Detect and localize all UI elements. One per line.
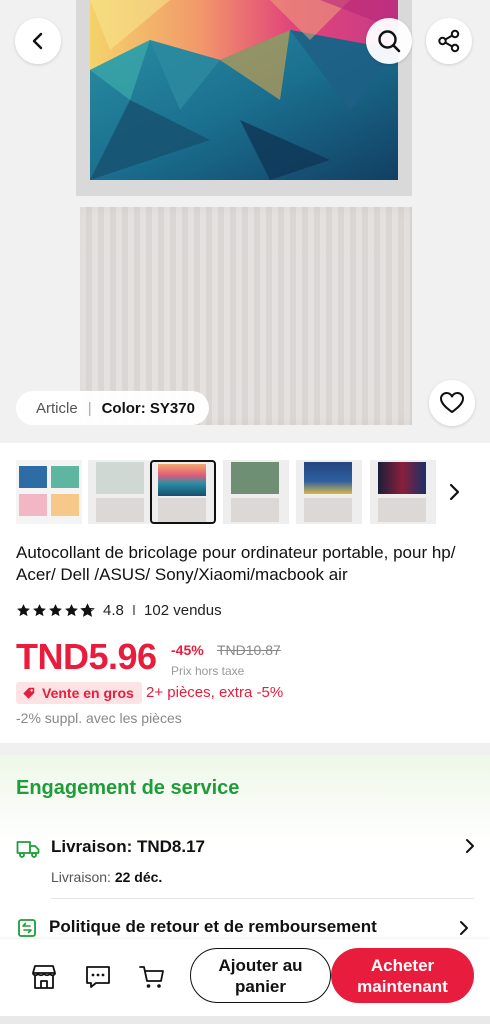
back-button[interactable]: [15, 18, 61, 64]
home-indicator: [0, 1016, 490, 1024]
service-title: Engagement de service: [16, 777, 240, 799]
thumbnail-2-selected[interactable]: [150, 460, 216, 524]
thumbnail-3-top: [231, 462, 279, 494]
thumbnail-4-bottom: [304, 498, 352, 522]
star-icon: [17, 603, 30, 616]
shipping-date-value: 22 déc.: [114, 869, 163, 885]
message-icon[interactable]: [83, 962, 113, 992]
thumbnail-strip: [0, 456, 490, 528]
search-button[interactable]: [366, 18, 412, 64]
heart-icon: [440, 392, 464, 413]
shipping-date-label: Livraison:: [51, 869, 111, 885]
tax-note: Prix hors taxe: [171, 664, 245, 678]
discount-badge: -45%: [171, 642, 204, 658]
thumbnail-5-top: [378, 462, 426, 494]
rating-value: 4.8: [103, 601, 124, 619]
star-icon: [65, 603, 78, 616]
section-divider: [0, 743, 490, 755]
star-half-icon: [80, 602, 95, 617]
thumbnail-1-bottom: [96, 498, 144, 522]
favorite-button[interactable]: [429, 380, 475, 426]
sold-count: 102 vendus: [144, 601, 222, 619]
return-policy-title[interactable]: Politique de retour et de remboursement: [49, 917, 377, 937]
rating-divider: I: [131, 601, 137, 619]
product-image-gallery[interactable]: Article | Color: SY370: [0, 0, 490, 443]
shipping-date: Livraison: 22 déc.: [51, 869, 162, 885]
star-icon: [33, 603, 46, 616]
variant-separator: |: [87, 399, 92, 417]
store-icon[interactable]: [29, 962, 59, 992]
chevron-right-icon[interactable]: [458, 919, 470, 937]
buy-now-button[interactable]: Acheter maintenant: [331, 948, 474, 1003]
rating-row[interactable]: 4.8 I 102 vendus: [16, 599, 222, 621]
thumbnail-1[interactable]: [88, 460, 154, 524]
thumbnail-3[interactable]: [223, 460, 289, 524]
thumbnail-0[interactable]: [16, 460, 82, 524]
thumbnail-3-bottom: [231, 498, 279, 522]
product-title: Autocollant de bricolage pour ordinateur…: [16, 543, 456, 584]
tag-icon: [23, 687, 35, 699]
thumbnail-2-bottom: [158, 498, 206, 522]
thumbnail-1-top: [96, 462, 144, 494]
search-icon: [378, 30, 401, 53]
current-price: TND5.96: [16, 636, 157, 677]
bulk-offer-text: 2+ pièces, extra -5%: [146, 684, 284, 701]
thumbnail-2-top: [158, 464, 206, 496]
bulk-note: -2% suppl. avec les pièces: [16, 710, 182, 726]
chevron-right-icon[interactable]: [464, 837, 476, 855]
thumbnail-4[interactable]: [296, 460, 362, 524]
truck-icon: [16, 841, 40, 858]
rating-stars: [16, 602, 95, 618]
shipping-title[interactable]: Livraison: TND8.17: [51, 837, 205, 857]
bottom-action-bar: Ajouter au panier Acheter maintenant: [0, 939, 490, 1024]
service-divider: [51, 898, 474, 899]
share-icon: [438, 29, 460, 53]
product-image-artwork: [76, 0, 412, 196]
bulk-sale-badge: Vente en gros: [16, 682, 142, 704]
share-button[interactable]: [426, 18, 472, 64]
variant-pill[interactable]: Article | Color: SY370: [16, 391, 209, 425]
cart-icon[interactable]: [137, 962, 167, 992]
back-icon: [32, 32, 43, 50]
thumbnail-4-top: [304, 462, 352, 494]
service-section: Engagement de service Livraison: TND8.17…: [0, 755, 490, 955]
thumbnail-0-image: [16, 460, 82, 524]
chevron-right-icon[interactable]: [444, 478, 466, 506]
thumbnail-5[interactable]: [370, 460, 436, 524]
return-icon: [18, 919, 36, 937]
variant-value: Color: SY370: [101, 399, 195, 417]
bulk-sale-label: Vente en gros: [42, 685, 134, 701]
add-to-cart-button[interactable]: Ajouter au panier: [190, 948, 331, 1003]
thumbnail-5-bottom: [378, 498, 426, 522]
star-icon: [49, 603, 62, 616]
original-price: TND10.87: [217, 642, 281, 658]
variant-label: Article: [36, 399, 78, 417]
